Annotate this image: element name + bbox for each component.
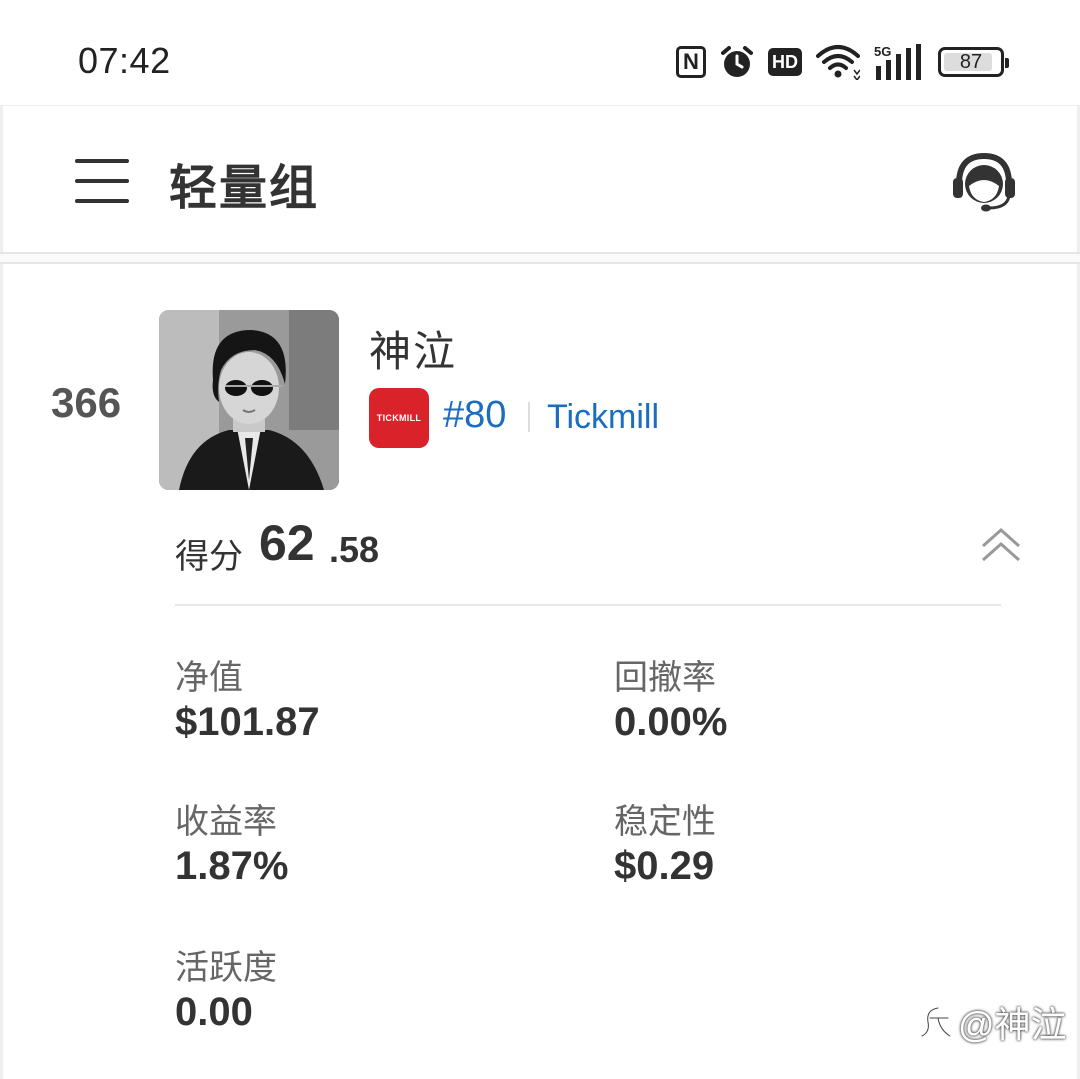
trader-name: 神泣 xyxy=(369,328,458,375)
trader-rank: 366 xyxy=(51,379,122,426)
svg-text:5G: 5G xyxy=(874,44,891,59)
5g-signal-icon: 5G xyxy=(874,44,924,80)
avatar[interactable] xyxy=(159,310,339,490)
customer-service-icon[interactable] xyxy=(951,150,1017,216)
status-icons: N HD 5G 87 xyxy=(676,42,1009,82)
stat-value-stability: $0.29 xyxy=(614,844,715,888)
alarm-icon xyxy=(720,45,754,79)
score-label: 得分 xyxy=(175,538,243,576)
trader-card[interactable]: 366 神泣 TICKMILL #80 Tickmill 得分 62 .58 净… xyxy=(0,264,1080,1079)
stat-value-return: 1.87% xyxy=(175,844,289,888)
header-divider xyxy=(0,252,1080,264)
page-title: 轻量组 xyxy=(169,162,320,215)
watermark: @神泣 xyxy=(918,996,1067,1048)
app-header: 轻量组 xyxy=(0,105,1080,257)
stat-label-net-value: 净值 xyxy=(175,659,243,697)
status-bar: 07:42 N HD 5G 87 xyxy=(0,0,1080,105)
hd-icon: HD xyxy=(768,48,802,76)
chevron-up-icon[interactable] xyxy=(979,526,1023,566)
score-decimal: .58 xyxy=(329,529,380,570)
divider xyxy=(528,402,530,432)
wifi-icon xyxy=(816,44,860,80)
score-integer: 62 xyxy=(259,515,315,571)
stat-label-return: 收益率 xyxy=(175,803,277,841)
nfc-icon: N xyxy=(676,46,706,78)
broker-rank: #80 xyxy=(443,394,507,436)
broker-name[interactable]: Tickmill xyxy=(547,398,659,437)
stat-value-activity: 0.00 xyxy=(175,990,253,1034)
stat-value-net-value: $101.87 xyxy=(175,700,320,744)
battery-icon: 87 xyxy=(938,47,1009,77)
status-time: 07:42 xyxy=(78,40,171,81)
zhihu-logo-icon xyxy=(920,1006,952,1038)
stat-label-activity: 活跃度 xyxy=(175,949,277,987)
stat-label-stability: 稳定性 xyxy=(614,803,716,841)
divider xyxy=(175,604,1001,606)
broker-logo: TICKMILL xyxy=(369,388,429,448)
stat-label-drawdown: 回撤率 xyxy=(614,659,716,697)
stat-value-drawdown: 0.00% xyxy=(614,700,728,744)
hamburger-menu-icon[interactable] xyxy=(75,159,129,203)
